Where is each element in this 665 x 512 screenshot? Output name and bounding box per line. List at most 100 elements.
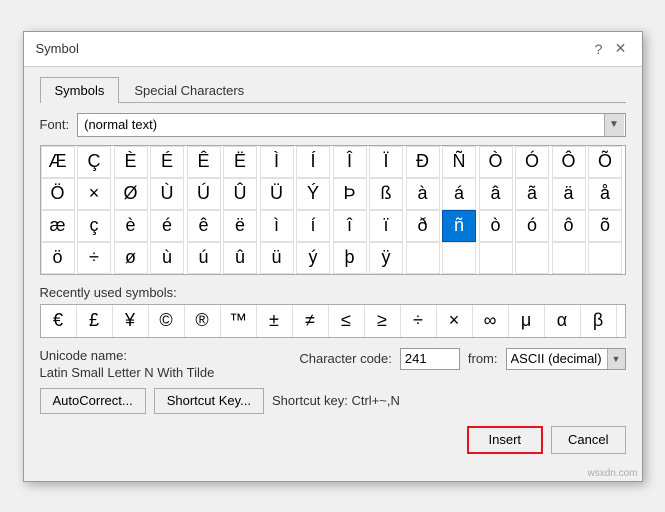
symbol-cell[interactable]: ã: [515, 178, 549, 210]
recent-cell[interactable]: ¥: [113, 305, 149, 337]
symbol-cell[interactable]: ø: [114, 242, 148, 274]
recent-cell[interactable]: ®: [185, 305, 221, 337]
watermark: wsxdn.com: [24, 466, 642, 481]
symbol-cell[interactable]: Í: [296, 146, 330, 178]
recent-cell[interactable]: ±: [257, 305, 293, 337]
symbol-cell[interactable]: Æ: [41, 146, 75, 178]
symbol-cell[interactable]: ö: [41, 242, 75, 274]
symbol-cell[interactable]: â: [479, 178, 513, 210]
symbol-cell[interactable]: ü: [260, 242, 294, 274]
symbol-cell[interactable]: Ù: [150, 178, 184, 210]
recent-cell[interactable]: μ: [509, 305, 545, 337]
symbol-cell[interactable]: Ö: [41, 178, 75, 210]
symbol-cell[interactable]: Ò: [479, 146, 513, 178]
symbol-cell[interactable]: Ô: [552, 146, 586, 178]
symbol-cell[interactable]: ×: [77, 178, 111, 210]
symbol-cell[interactable]: Ì: [260, 146, 294, 178]
tab-bar: Symbols Special Characters: [40, 77, 626, 103]
recent-cell[interactable]: ∞: [473, 305, 509, 337]
symbol-cell[interactable]: ð: [406, 210, 440, 242]
dialog-title: Symbol: [36, 41, 79, 56]
symbol-cell[interactable]: Ï: [369, 146, 403, 178]
symbol-cell[interactable]: á: [442, 178, 476, 210]
recent-cell[interactable]: €: [41, 305, 77, 337]
symbol-cell[interactable]: ý: [296, 242, 330, 274]
symbol-cell[interactable]: [552, 242, 586, 274]
symbol-cell[interactable]: Ê: [187, 146, 221, 178]
title-bar: Symbol ? ✕: [24, 32, 642, 67]
symbol-cell[interactable]: Ð: [406, 146, 440, 178]
recent-cell[interactable]: ©: [149, 305, 185, 337]
symbol-cell[interactable]: Ü: [260, 178, 294, 210]
symbol-cell[interactable]: þ: [333, 242, 367, 274]
help-button[interactable]: ?: [590, 40, 608, 58]
recent-cell[interactable]: ™: [221, 305, 257, 337]
symbol-cell[interactable]: õ: [588, 210, 622, 242]
recent-cell[interactable]: ≠: [293, 305, 329, 337]
symbol-cell[interactable]: È: [114, 146, 148, 178]
char-code-input[interactable]: [400, 348, 460, 370]
symbol-cell[interactable]: ÿ: [369, 242, 403, 274]
symbol-cell[interactable]: à: [406, 178, 440, 210]
symbol-cell[interactable]: Û: [223, 178, 257, 210]
symbol-cell[interactable]: Þ: [333, 178, 367, 210]
recent-cell[interactable]: ≤: [329, 305, 365, 337]
symbol-cell[interactable]: Ú: [187, 178, 221, 210]
bottom-row: Insert Cancel: [40, 426, 626, 454]
from-select-wrapper: ASCII (decimal) ASCII (hex) Unicode (hex…: [506, 348, 626, 370]
symbol-cell[interactable]: ä: [552, 178, 586, 210]
recent-cell[interactable]: ×: [437, 305, 473, 337]
tab-special-characters[interactable]: Special Characters: [119, 77, 259, 103]
close-button[interactable]: ✕: [612, 40, 630, 58]
recent-cell[interactable]: α: [545, 305, 581, 337]
symbol-cell[interactable]: [442, 242, 476, 274]
cancel-button[interactable]: Cancel: [551, 426, 625, 454]
tab-symbols[interactable]: Symbols: [40, 77, 120, 103]
symbol-cell[interactable]: [479, 242, 513, 274]
symbol-cell[interactable]: Ç: [77, 146, 111, 178]
symbol-cell[interactable]: æ: [41, 210, 75, 242]
title-bar-controls: ? ✕: [590, 40, 630, 58]
symbol-cell[interactable]: å: [588, 178, 622, 210]
recent-cell[interactable]: ≥: [365, 305, 401, 337]
insert-button[interactable]: Insert: [467, 426, 544, 454]
symbol-cell[interactable]: Õ: [588, 146, 622, 178]
symbol-cell[interactable]: ñ: [442, 210, 476, 242]
symbol-cell[interactable]: É: [150, 146, 184, 178]
symbol-cell[interactable]: ô: [552, 210, 586, 242]
recent-cell[interactable]: £: [77, 305, 113, 337]
recent-cell[interactable]: ÷: [401, 305, 437, 337]
symbol-cell[interactable]: î: [333, 210, 367, 242]
symbol-cell[interactable]: Ë: [223, 146, 257, 178]
symbol-cell[interactable]: ç: [77, 210, 111, 242]
symbol-cell[interactable]: ò: [479, 210, 513, 242]
symbol-cell[interactable]: ó: [515, 210, 549, 242]
symbol-cell[interactable]: [588, 242, 622, 274]
symbol-cell[interactable]: ì: [260, 210, 294, 242]
symbol-cell[interactable]: [515, 242, 549, 274]
symbol-cell[interactable]: è: [114, 210, 148, 242]
symbol-cell[interactable]: ß: [369, 178, 403, 210]
symbol-cell[interactable]: Ø: [114, 178, 148, 210]
font-select[interactable]: (normal text): [77, 113, 625, 137]
symbol-cell[interactable]: ÷: [77, 242, 111, 274]
symbol-cell[interactable]: Ó: [515, 146, 549, 178]
from-select[interactable]: ASCII (decimal) ASCII (hex) Unicode (hex…: [506, 348, 626, 370]
symbol-cell[interactable]: [406, 242, 440, 274]
symbol-cell[interactable]: ú: [187, 242, 221, 274]
unicode-right: Character code: from: ASCII (decimal) AS…: [299, 348, 625, 370]
symbol-cell[interactable]: Ý: [296, 178, 330, 210]
autocorrect-button[interactable]: AutoCorrect...: [40, 388, 146, 414]
symbol-cell[interactable]: í: [296, 210, 330, 242]
symbol-cell[interactable]: ï: [369, 210, 403, 242]
recent-cell[interactable]: β: [581, 305, 617, 337]
symbol-cell[interactable]: Î: [333, 146, 367, 178]
symbol-cell[interactable]: ë: [223, 210, 257, 242]
symbol-cell[interactable]: ù: [150, 242, 184, 274]
symbol-cell[interactable]: é: [150, 210, 184, 242]
unicode-name-label: Unicode name:: [40, 348, 292, 363]
symbol-cell[interactable]: û: [223, 242, 257, 274]
symbol-cell[interactable]: Ñ: [442, 146, 476, 178]
symbol-cell[interactable]: ê: [187, 210, 221, 242]
shortcut-key-button[interactable]: Shortcut Key...: [154, 388, 264, 414]
